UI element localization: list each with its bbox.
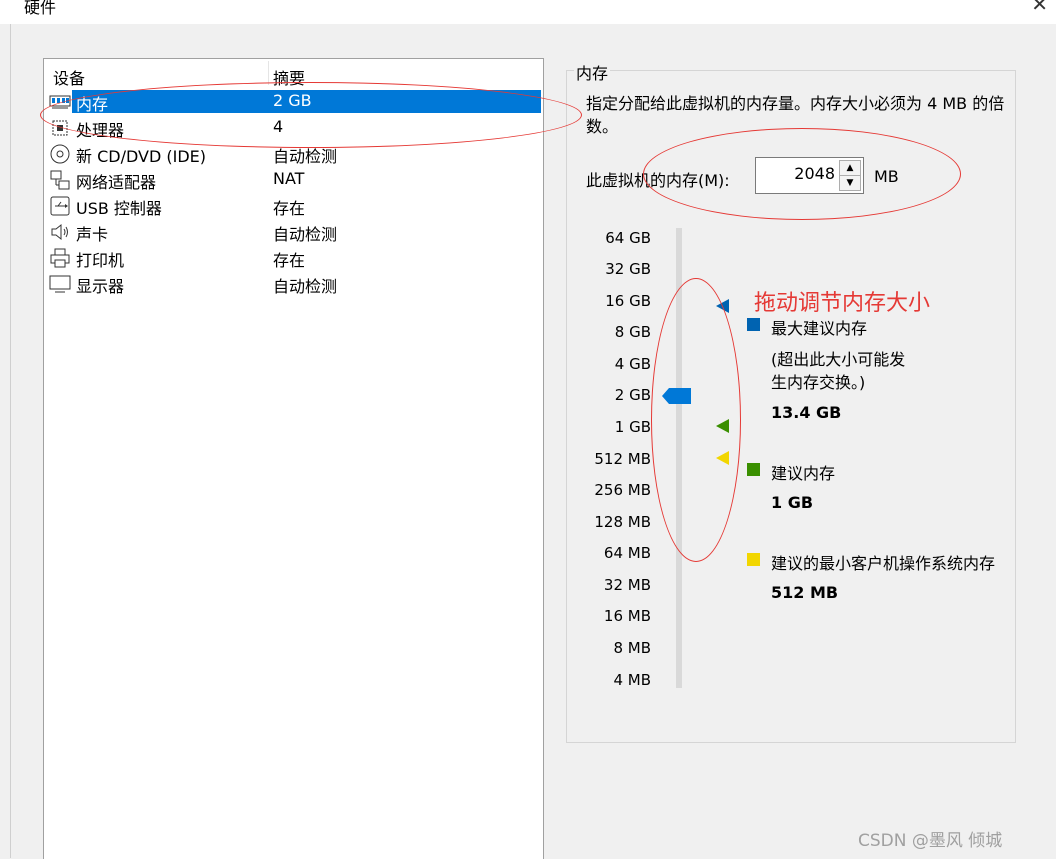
device-row-printer[interactable]: 打印机 存在 [44,245,543,271]
scale-tick-label: 32 GB [605,260,651,278]
network-adapter-icon [50,170,70,190]
scale-tick-label: 8 GB [614,323,651,341]
device-name: 打印机 [76,251,125,270]
device-name: 新 CD/DVD (IDE) [76,147,206,166]
device-row-sound-card[interactable]: 声卡 自动检测 [44,219,543,245]
scale-tick-label: 1 GB [614,418,651,436]
legend-min-square [747,553,760,566]
device-row-network-adapter[interactable]: 网络适配器 NAT [44,167,543,193]
scale-tick-label: 256 MB [594,481,651,499]
annotation-ellipse-slider [651,278,741,562]
legend-max-square [747,318,760,331]
scale-tick-label: 2 GB [614,386,651,404]
device-summary: 存在 [273,251,306,270]
scale-tick-label: 16 GB [605,292,651,310]
legend-min-value: 512 MB [771,583,839,602]
scale-tick-label: 4 GB [614,355,651,373]
annotation-ellipse-memory-field [643,128,961,220]
device-row-usb-controller[interactable]: USB 控制器 存在 [44,193,543,219]
legend-min-label: 建议的最小客户机操作系统内存 [771,554,996,573]
title-bar: 硬件 ✕ [0,0,1056,24]
scale-tick-label: 512 MB [594,450,651,468]
device-list[interactable]: 设备 摘要 内存 2 GB 处理器 4 新 CD/DVD (IDE) 自动检测 [43,58,544,859]
device-name: USB 控制器 [76,199,162,218]
usb-icon [50,196,70,216]
scale-tick-label: 32 MB [603,576,651,594]
scale-tick-label: 128 MB [594,513,651,531]
cd-dvd-icon [50,144,70,164]
annotation-text: 拖动调节内存大小 [754,291,931,316]
watermark: CSDN @墨风 倾城 [858,831,1003,851]
legend-max-note: (超出此大小可能发生内存交换。) [771,350,906,392]
device-name: 显示器 [76,277,125,296]
legend-recommended-value: 1 GB [771,493,814,512]
legend-recommended-square [747,463,760,476]
legend-max-value: 13.4 GB [771,403,842,422]
monitor-icon [49,275,71,293]
scale-tick-label: 64 MB [603,544,651,562]
scale-tick-label: 8 MB [613,639,651,657]
device-row-display[interactable]: 显示器 自动检测 [44,271,543,297]
device-summary: 存在 [273,199,306,218]
device-summary: NAT [273,169,305,188]
column-header-device[interactable]: 设备 [53,65,85,89]
speaker-icon [51,223,68,241]
annotation-ellipse-memory-row [40,82,582,148]
close-icon[interactable]: ✕ [1031,0,1048,16]
device-name: 网络适配器 [76,173,157,192]
scale-tick-label: 16 MB [603,607,651,625]
window-title: 硬件 [24,0,57,17]
scale-tick-label: 64 GB [605,229,651,247]
legend-max-label: 最大建议内存 [771,319,868,338]
scale-tick-label: 4 MB [613,671,651,689]
memory-group-title: 内存 [574,60,611,84]
device-summary: 自动检测 [273,277,338,296]
device-name: 声卡 [76,225,109,244]
device-summary: 自动检测 [273,225,338,244]
frame-border [10,24,11,858]
printer-icon [50,248,70,268]
legend-recommended-label: 建议内存 [771,464,836,483]
